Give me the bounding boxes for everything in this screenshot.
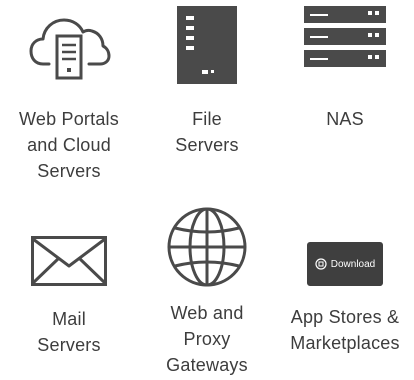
cloud-server-icon [29,18,111,80]
tile-app-stores: Download App Stores & Marketplaces [276,242,414,356]
product-category-grid: Web Portals and Cloud Servers File Serve… [0,0,414,380]
tile-label: NAS [326,109,364,129]
mail-envelope-icon [31,236,107,286]
tile-label: Mail Servers [37,309,101,355]
download-badge: Download [307,242,383,286]
tile-label: App Stores & Marketplaces [290,307,400,353]
tile-label: Web Portals and Cloud Servers [19,109,119,181]
download-badge-label: Download [330,258,376,270]
nas-icon [304,6,386,67]
tile-mail-servers: Mail Servers [0,236,138,358]
tile-file-servers: File Servers [138,6,276,158]
tile-nas: NAS [276,6,414,132]
tile-label: Web and Proxy Gateways [166,303,248,375]
globe-icon [167,207,247,287]
tile-label: File Servers [175,109,239,155]
file-server-icon [177,6,237,84]
tile-web-proxy-gateways: Web and Proxy Gateways [138,206,276,378]
tile-web-portals: Web Portals and Cloud Servers [0,6,138,184]
download-badge-icon [315,258,327,270]
